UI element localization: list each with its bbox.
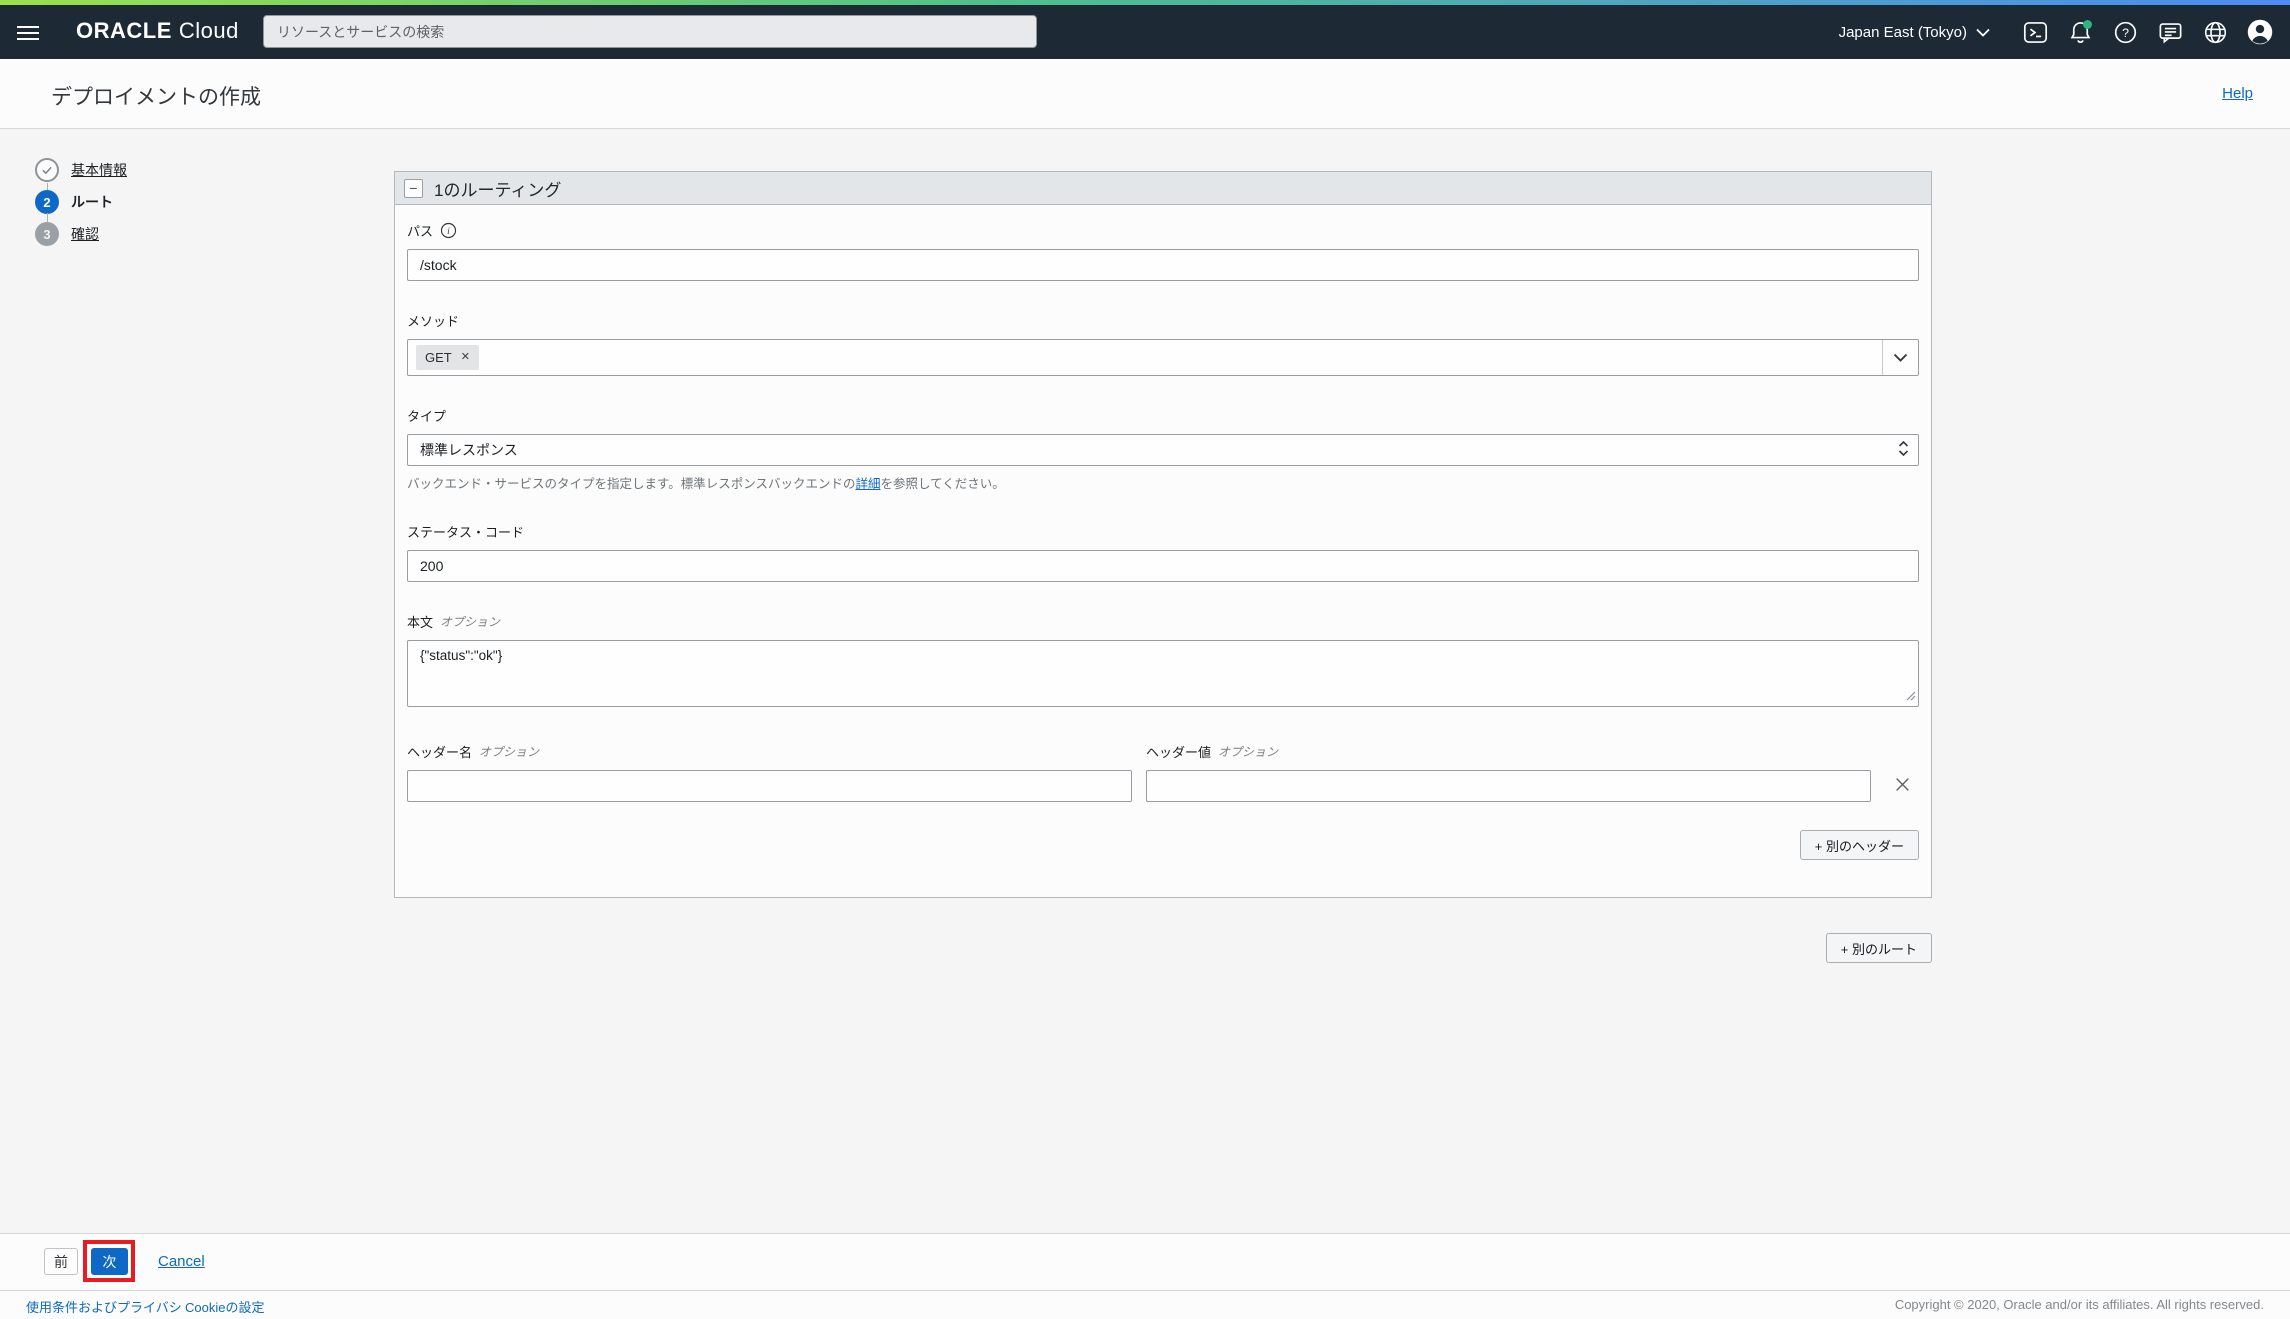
previous-button[interactable]: 前 (44, 1248, 78, 1275)
method-chip: GET ✕ (416, 345, 479, 370)
help-icon[interactable]: ? (2109, 16, 2141, 48)
routing-panel: − 1のルーティング パス i メソッド GET ✕ (394, 171, 1932, 898)
chevron-down-icon (1976, 28, 1990, 37)
wizard-steps: 基本情報 2 ルート 3 確認 (35, 158, 127, 254)
wizard-step-label[interactable]: 基本情報 (71, 160, 127, 180)
wizard-step-basic-info[interactable]: 基本情報 (35, 158, 127, 182)
add-another-header-button[interactable]: + 別のヘッダー (1800, 830, 1919, 860)
user-avatar[interactable] (2244, 16, 2276, 48)
path-label: パス (407, 221, 433, 240)
cloud-shell-icon[interactable] (2019, 16, 2051, 48)
wizard-step-review[interactable]: 3 確認 (35, 222, 127, 246)
cancel-link[interactable]: Cancel (158, 1253, 205, 1270)
path-field-group: パス i (407, 221, 1919, 281)
announcements-icon[interactable] (2154, 16, 2186, 48)
top-navigation-bar: ORACLE Cloud Japan East (Tokyo) ? (0, 5, 2290, 59)
oracle-cloud-logo[interactable]: ORACLE Cloud (76, 18, 239, 44)
header-value-label: ヘッダー値 (1146, 742, 1211, 761)
type-select[interactable]: 標準レスポンス (407, 434, 1919, 466)
method-multiselect[interactable]: GET ✕ (407, 339, 1919, 376)
type-field-group: タイプ 標準レスポンス バックエンド・サービスのタイプを指定します。標準レスポン… (407, 406, 1919, 492)
hamburger-menu-icon[interactable] (15, 22, 41, 42)
type-hint-prefix: バックエンド・サービスのタイプを指定します。標準レスポンスバックエンドの (407, 477, 856, 491)
close-icon (1894, 776, 1911, 793)
brand-oracle-text: ORACLE (76, 18, 172, 43)
select-stepper-icon (1898, 440, 1909, 460)
svg-text:i: i (447, 226, 450, 237)
header-name-optional-tag: オプション (479, 743, 539, 760)
header-value-optional-tag: オプション (1218, 743, 1278, 760)
status-code-input[interactable] (407, 550, 1919, 582)
method-label: メソッド (407, 311, 459, 330)
search-input[interactable] (263, 15, 1037, 48)
header-name-input[interactable] (407, 770, 1132, 802)
type-select-value: 標準レスポンス (420, 440, 518, 460)
method-dropdown-toggle[interactable] (1882, 340, 1918, 375)
routing-panel-header: − 1のルーティング (395, 172, 1931, 205)
routing-panel-title: 1のルーティング (434, 176, 561, 201)
body-textarea[interactable]: {"status":"ok"} (407, 640, 1919, 707)
body-label: 本文 (407, 612, 433, 631)
type-label: タイプ (407, 406, 446, 425)
status-code-label: ステータス・コード (407, 522, 524, 541)
step-current-badge: 2 (35, 190, 59, 214)
type-hint-details-link[interactable]: 詳細 (856, 477, 881, 491)
app-root: ORACLE Cloud Japan East (Tokyo) ? (0, 0, 2290, 1319)
region-selector[interactable]: Japan East (Tokyo) (1839, 24, 1990, 41)
wizard-step-label[interactable]: 確認 (71, 224, 99, 244)
help-link[interactable]: Help (2222, 85, 2253, 102)
body-field-group: 本文 オプション {"status":"ok"} (407, 612, 1919, 712)
wizard-step-routes[interactable]: 2 ルート (35, 190, 127, 214)
notification-dot (2083, 20, 2092, 29)
region-label: Japan East (Tokyo) (1839, 24, 1967, 41)
language-icon[interactable] (2199, 16, 2231, 48)
copyright-text: Copyright © 2020, Oracle and/or its affi… (1895, 1297, 2264, 1312)
chevron-down-icon (1893, 353, 1908, 363)
path-input[interactable] (407, 249, 1919, 281)
type-hint-suffix: を参照してください。 (881, 477, 1005, 491)
routing-panel-body: パス i メソッド GET ✕ (395, 205, 1931, 898)
wizard-step-label: ルート (71, 192, 113, 212)
cookie-settings-link[interactable]: Cookieの設定 (185, 1297, 264, 1316)
step-upcoming-badge: 3 (35, 222, 59, 246)
global-search (263, 15, 1037, 48)
collapse-panel-button[interactable]: − (404, 179, 423, 198)
status-code-field-group: ステータス・コード (407, 522, 1919, 582)
page-title: デプロイメントの作成 (51, 81, 261, 111)
body-optional-tag: オプション (440, 613, 500, 630)
policy-links: リクエスト・ポリシーのルーティングを表示 ロギング・ポリシーのルーティングを表示 (407, 896, 1919, 898)
wizard-action-bar: 前 次 Cancel (0, 1233, 2290, 1290)
topbar-right-cluster: Japan East (Tokyo) ? (1839, 5, 2276, 59)
terms-privacy-link[interactable]: 使用条件およびプライバシ (26, 1297, 182, 1316)
method-field-group: メソッド GET ✕ (407, 311, 1919, 376)
next-button[interactable]: 次 (91, 1248, 128, 1275)
method-chip-label: GET (425, 350, 452, 365)
page-header: デプロイメントの作成 Help (0, 59, 2290, 129)
step-complete-icon (35, 158, 59, 182)
brand-cloud-text: Cloud (179, 18, 239, 43)
show-request-policies-link[interactable]: リクエスト・ポリシーのルーティングを表示 (407, 896, 666, 898)
remove-header-button[interactable] (1890, 772, 1915, 800)
info-icon[interactable]: i (440, 222, 457, 239)
header-row: ヘッダー名 オプション ヘッダー値 オプション (407, 742, 1919, 802)
header-name-label: ヘッダー名 (407, 742, 472, 761)
add-another-route-button[interactable]: + 別のルート (1826, 933, 1932, 963)
notifications-icon[interactable] (2064, 16, 2096, 48)
type-hint: バックエンド・サービスのタイプを指定します。標準レスポンスバックエンドの詳細を参… (407, 473, 1919, 492)
chip-remove-icon[interactable]: ✕ (461, 352, 470, 363)
page-footer: 使用条件およびプライバシ Cookieの設定 Copyright © 2020,… (0, 1290, 2290, 1319)
header-value-input[interactable] (1146, 770, 1871, 802)
svg-text:?: ? (2122, 26, 2129, 40)
